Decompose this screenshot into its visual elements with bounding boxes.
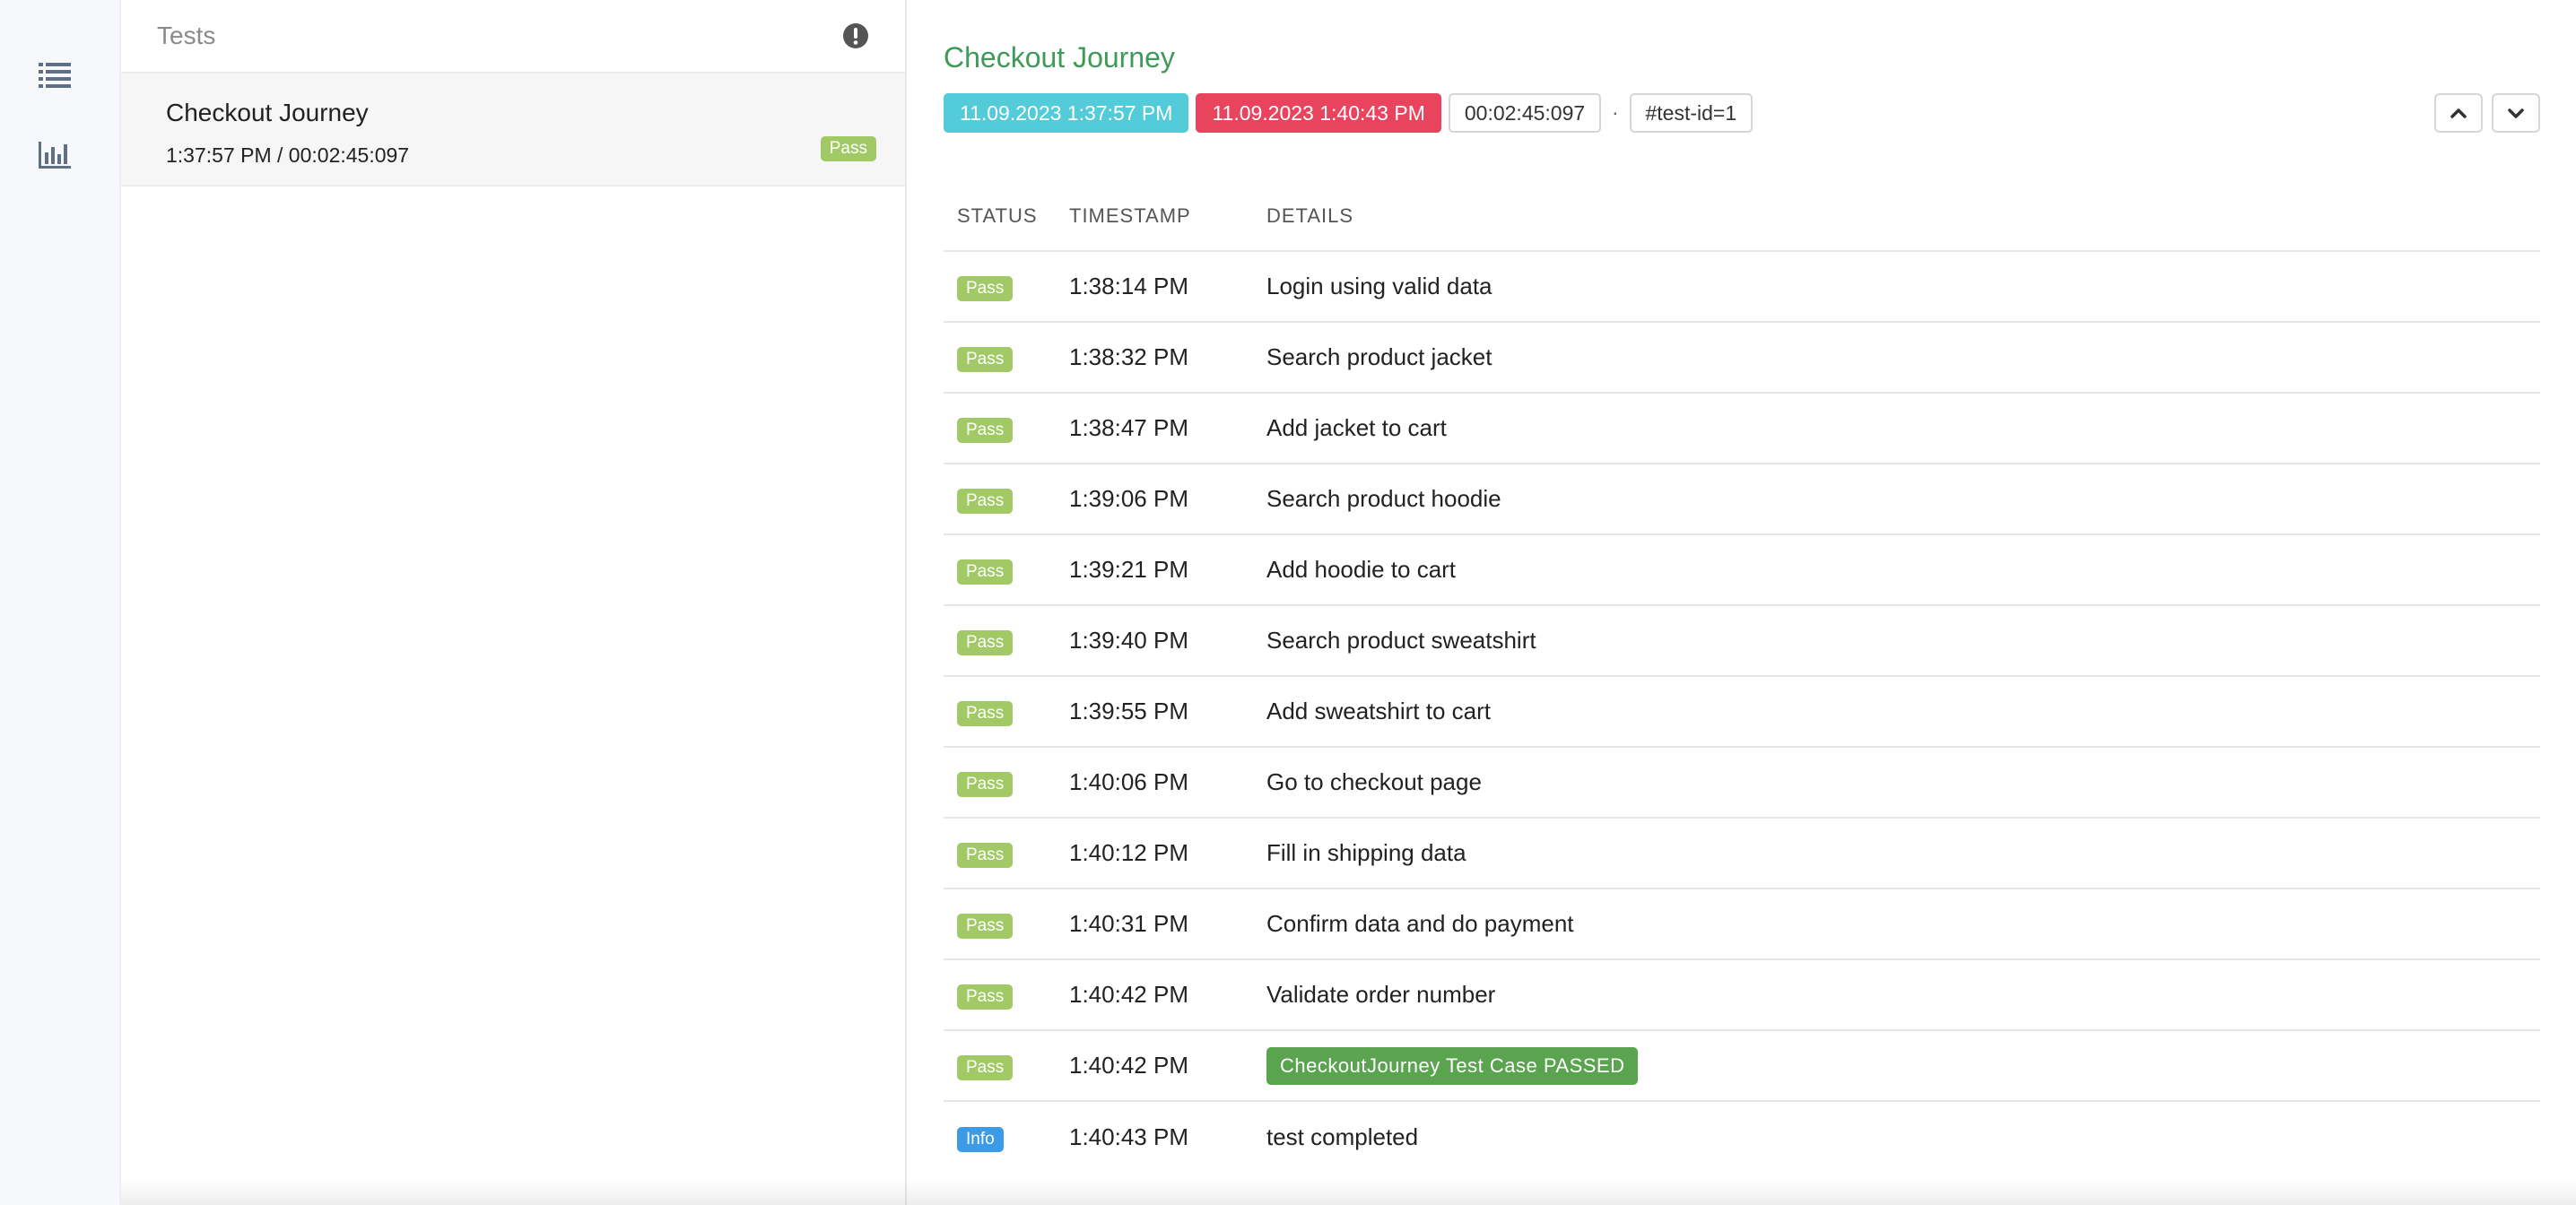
bar-chart-icon[interactable] xyxy=(38,140,72,170)
steps-table: STATUS TIMESTAMP DETAILS Pass 1:38:14 PM L… xyxy=(944,181,2540,1172)
test-time-duration: 1:37:57 PM / 00:02:45:097 xyxy=(166,143,410,167)
nav-buttons xyxy=(2434,93,2540,133)
test-list-header: Tests xyxy=(121,0,905,74)
details-cell: Search product jacket xyxy=(1266,322,2540,394)
status-cell: Pass xyxy=(944,1030,1069,1102)
timestamp-cell: 1:40:43 PM xyxy=(1069,1123,1188,1150)
status-badge: Pass xyxy=(957,489,1014,514)
status-cell: Pass xyxy=(944,464,1069,535)
timestamp-cell: 1:39:06 PM xyxy=(1069,464,1266,535)
test-list-title: Tests xyxy=(157,22,216,49)
test-name: Checkout Journey xyxy=(166,99,369,126)
timestamp-cell: 1:39:55 PM xyxy=(1069,676,1266,748)
timestamp-cell: 1:39:40 PM xyxy=(1069,605,1266,677)
table-row: Pass 1:39:55 PM Add sweatshirt to cart xyxy=(944,676,2540,748)
timestamp-cell: 1:40:42 PM xyxy=(1069,959,1266,1031)
status-cell: Info xyxy=(944,1101,1069,1172)
bottom-shadow xyxy=(121,1180,2576,1205)
timestamp-cell: 1:40:42 PM xyxy=(1069,1030,1266,1102)
details-cell: Add jacket to cart xyxy=(1266,393,2540,464)
details-cell: Go to checkout page xyxy=(1266,747,2540,819)
table-row: Pass 1:39:21 PM Add hoodie to cart xyxy=(944,534,2540,606)
status-badge: Pass xyxy=(957,772,1014,797)
chevron-down-icon xyxy=(2508,108,2524,118)
details-cell: Confirm data and do payment xyxy=(1266,889,2540,960)
test-tags: 11.09.2023 1:37:57 PM 11.09.2023 1:40:43… xyxy=(944,93,1754,133)
status-cell: Pass xyxy=(944,959,1069,1031)
timestamp-cell: 1:39:21 PM xyxy=(1069,534,1266,606)
test-title: Checkout Journey xyxy=(944,41,1175,74)
status-column-header: STATUS xyxy=(944,181,1069,252)
duration-tag: 00:02:45:097 xyxy=(1448,93,1602,133)
details-cell: Login using valid data xyxy=(1266,251,2540,323)
list-icon[interactable] xyxy=(38,59,72,90)
status-badge: Info xyxy=(957,1126,1004,1152)
details-cell: test completed xyxy=(1266,1123,1419,1150)
status-badge: Pass xyxy=(957,701,1014,726)
app: Tests Checkout Journey 1:37:57 PM / 00:0… xyxy=(0,0,2576,1205)
details-cell: Search product sweatshirt xyxy=(1266,605,2540,677)
status-badge: Pass xyxy=(957,914,1014,939)
timestamp-cell: 1:38:47 PM xyxy=(1069,393,1266,464)
table-row: Pass 1:40:31 PM Confirm data and do paymen… xyxy=(944,889,2540,960)
details-cell: Add hoodie to cart xyxy=(1266,534,2540,606)
table-row: Pass 1:40:42 PM Validate order number xyxy=(944,959,2540,1031)
passed-badge: CheckoutJourney Test Case PASSED xyxy=(1266,1046,1639,1085)
details-cell: CheckoutJourney Test Case PASSED xyxy=(1266,1030,2540,1102)
status-badge: Pass xyxy=(957,347,1014,372)
end-time-tag: 11.09.2023 1:40:43 PM xyxy=(1196,93,1441,133)
details-column-header: DETAILS xyxy=(1266,181,2540,252)
timestamp-cell: 1:40:12 PM xyxy=(1069,818,1266,889)
status-cell: Pass xyxy=(944,605,1069,677)
test-id-tag[interactable]: #test-id=1 xyxy=(1629,93,1754,133)
test-list-panel: Tests Checkout Journey 1:37:57 PM / 00:0… xyxy=(121,0,907,1205)
table-row: Pass 1:40:42 PM CheckoutJourney Test Case … xyxy=(944,1030,2540,1102)
next-button[interactable] xyxy=(2492,93,2540,133)
status-cell: Pass xyxy=(944,889,1069,960)
start-time-tag: 11.09.2023 1:37:57 PM xyxy=(944,93,1189,133)
timestamp-cell: 1:38:14 PM xyxy=(1069,251,1266,323)
timestamp-column-header: TIMESTAMP xyxy=(1069,181,1266,252)
table-row: Pass 1:40:12 PM Fill in shipping data xyxy=(944,818,2540,889)
details-cell: Add sweatshirt to cart xyxy=(1266,676,2540,748)
table-header-row: STATUS TIMESTAMP DETAILS xyxy=(944,181,2540,252)
table-row: Pass 1:39:40 PM Search product sweatshirt xyxy=(944,605,2540,677)
status-cell: Pass xyxy=(944,676,1069,748)
status-cell: Pass xyxy=(944,393,1069,464)
table-row: Pass 1:39:06 PM Search product hoodie xyxy=(944,464,2540,535)
table-row: Info 1:40:43 PM test completed xyxy=(944,1101,2540,1172)
table-row: Pass 1:40:06 PM Go to checkout page xyxy=(944,747,2540,819)
timestamp-cell: 1:40:31 PM xyxy=(1069,889,1266,960)
side-rail xyxy=(0,0,121,1205)
status-badge: Pass xyxy=(820,136,876,161)
status-badge: Pass xyxy=(957,1055,1014,1080)
status-badge: Pass xyxy=(957,418,1014,443)
details-cell: Fill in shipping data xyxy=(1266,818,2540,889)
exclamation-circle-icon[interactable] xyxy=(842,22,869,49)
timestamp-cell: 1:38:32 PM xyxy=(1069,322,1266,394)
status-badge: Pass xyxy=(957,843,1014,868)
timestamp-cell: 1:40:06 PM xyxy=(1069,747,1266,819)
table-row: Pass 1:38:14 PM Login using valid data xyxy=(944,251,2540,323)
test-list-item[interactable]: Checkout Journey 1:37:57 PM / 00:02:45:0… xyxy=(121,74,905,186)
tag-separator: · xyxy=(1612,101,1619,124)
status-cell: Pass xyxy=(944,534,1069,606)
status-cell: Pass xyxy=(944,251,1069,323)
status-badge: Pass xyxy=(957,276,1014,301)
chevron-up-icon xyxy=(2450,108,2467,118)
test-detail: Checkout Journey 11.09.2023 1:37:57 PM 1… xyxy=(907,0,2576,1205)
details-cell: Validate order number xyxy=(1266,959,2540,1031)
status-cell: Pass xyxy=(944,747,1069,819)
table-row: Pass 1:38:32 PM Search product jacket xyxy=(944,322,2540,394)
status-badge: Pass xyxy=(957,630,1014,655)
details-cell: Search product hoodie xyxy=(1266,464,2540,535)
status-badge: Pass xyxy=(957,984,1014,1010)
previous-button[interactable] xyxy=(2434,93,2483,133)
status-badge: Pass xyxy=(957,559,1014,585)
status-cell: Pass xyxy=(944,322,1069,394)
table-row: Pass 1:38:47 PM Add jacket to cart xyxy=(944,393,2540,464)
status-cell: Pass xyxy=(944,818,1069,889)
